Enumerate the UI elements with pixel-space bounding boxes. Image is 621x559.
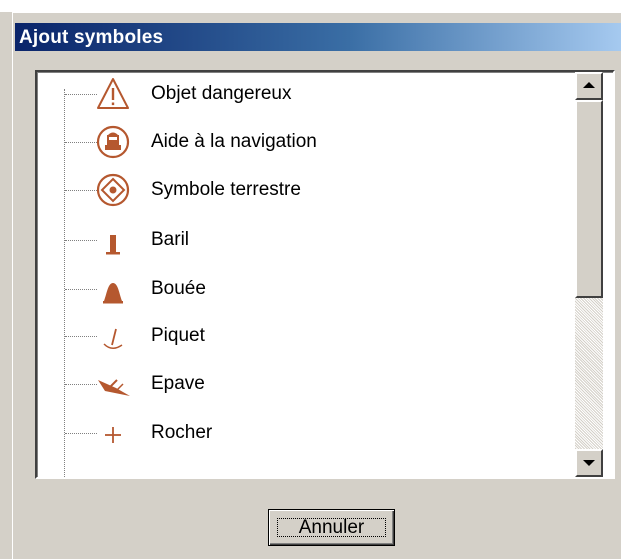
tree-branch-line — [65, 433, 97, 434]
cancel-button-label: Annuler — [298, 517, 365, 538]
scroll-up-button[interactable] — [575, 72, 603, 100]
tree-item-label: Bouée — [151, 278, 206, 299]
tree-item-label: Aide à la navigation — [151, 131, 317, 152]
tree-item-label: Symbole terrestre — [151, 179, 301, 200]
title-bar[interactable]: Ajout symboles — [15, 23, 621, 51]
tree-branch-line — [65, 240, 97, 241]
tree-branch-line — [65, 336, 97, 337]
dialog-title: Ajout symboles — [19, 27, 164, 48]
tree-item-aide-navigation[interactable]: Aide à la navigation — [37, 122, 567, 162]
tree-branch-line — [65, 94, 97, 95]
dialog-window: Ajout symboles Objet dangereux Aide à la… — [12, 12, 621, 559]
barrel-icon — [106, 235, 120, 255]
symbol-tree-list[interactable]: Objet dangereux Aide à la navigation Sym… — [35, 70, 615, 479]
wreck-icon — [98, 379, 130, 396]
tree-item-label: Baril — [151, 229, 190, 250]
tree-item-rocher[interactable]: Rocher — [37, 413, 567, 453]
land-symbol-icon — [96, 173, 130, 207]
navigation-aid-icon — [96, 125, 130, 159]
tree-item-symbole-terrestre[interactable]: Symbole terrestre — [37, 170, 567, 210]
cancel-button[interactable]: Annuler — [268, 509, 395, 546]
tree-branch-line — [65, 142, 97, 143]
scroll-down-button[interactable] — [575, 449, 603, 477]
arrow-down-icon — [583, 460, 595, 466]
tree-item-epave[interactable]: Epave — [37, 364, 567, 404]
screen-top-strip — [0, 0, 621, 12]
stake-icon — [103, 328, 123, 349]
tree-item-baril[interactable]: Baril — [37, 220, 567, 260]
tree-item-label: Piquet — [151, 325, 205, 346]
buoy-icon — [103, 283, 123, 304]
tree-branch-line — [65, 190, 97, 191]
tree-item-piquet[interactable]: Piquet — [37, 316, 567, 356]
tree-item-objet-dangereux[interactable]: Objet dangereux — [37, 74, 567, 114]
scroll-thumb[interactable] — [575, 100, 603, 298]
arrow-up-icon — [583, 82, 595, 88]
tree-item-label: Epave — [151, 373, 205, 394]
tree-branch-line — [65, 384, 97, 385]
tree-item-bouee[interactable]: Bouée — [37, 269, 567, 309]
warning-triangle-icon — [97, 78, 129, 109]
vertical-scrollbar[interactable] — [575, 72, 603, 477]
tree-branch-line — [65, 289, 97, 290]
tree-item-label: Objet dangereux — [151, 83, 292, 104]
tree-item-label: Rocher — [151, 422, 213, 443]
rock-cross-icon — [105, 427, 121, 443]
